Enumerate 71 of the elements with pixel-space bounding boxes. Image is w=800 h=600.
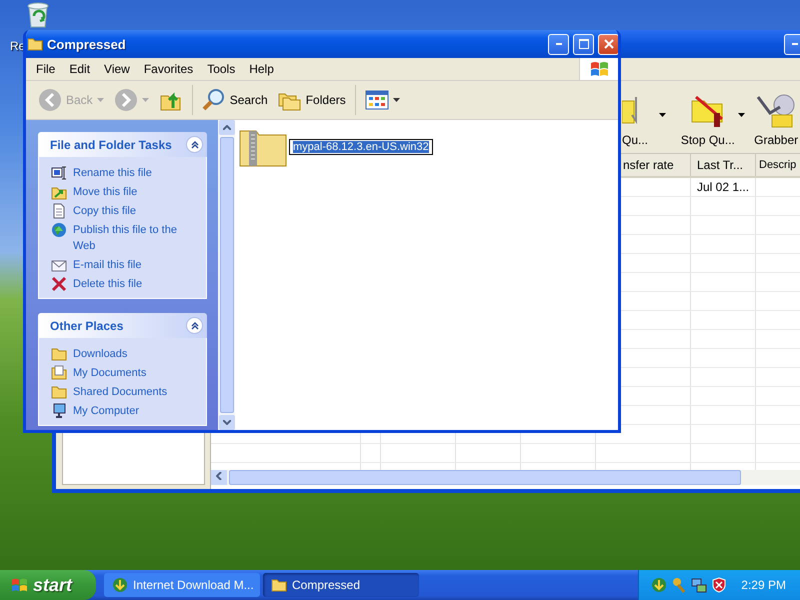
close-button[interactable] [598,34,618,54]
task-link[interactable]: Publish this file to the Web [73,222,198,254]
table-cell: Jul 02 1... [691,178,756,196]
menu-item[interactable]: Edit [63,62,98,76]
minimize-icon [556,43,562,45]
toolbar-button[interactable]: Qu... [622,83,668,153]
maximize-icon [578,39,588,49]
task-link[interactable]: Downloads [73,346,128,362]
delete-icon [51,276,67,292]
task-link[interactable]: Shared Documents [73,384,168,400]
collapse-button[interactable] [186,317,203,334]
horizontal-scrollbar[interactable] [211,470,800,485]
minimize-icon [792,43,798,45]
folders-button[interactable]: Folders [274,86,350,114]
menu-item[interactable]: Favorites [138,62,202,76]
chevron-icon [190,140,200,150]
task-link[interactable]: Move this file [73,184,138,200]
windows-logo-icon [10,577,28,593]
chevron-icon [190,320,200,330]
caret-icon [392,98,400,102]
folder-icon [622,95,638,125]
search-icon [202,88,226,112]
menu-item[interactable]: Help [243,62,282,76]
globe-icon [51,222,67,238]
taskbar-button[interactable]: Internet Download M... [104,573,260,597]
panel-title[interactable]: Other Places [50,318,124,332]
download-globe-icon [112,577,128,593]
folder-icon [51,346,67,362]
folder-icon [27,37,43,51]
rename-icon [51,165,67,181]
column-header[interactable]: Last Tr... [691,154,756,176]
copy-icon [51,203,67,219]
caret-icon [142,98,149,102]
start-button[interactable]: start [0,570,96,600]
network-icon[interactable] [691,577,708,593]
menu-item[interactable]: Tools [201,62,244,76]
close-icon [604,39,614,49]
window-title: Compressed [47,36,127,52]
task-link[interactable]: Rename this file [73,165,152,181]
shield-icon[interactable] [711,577,728,593]
caret-icon [96,98,104,102]
toolbar-button[interactable]: Stop Qu... [668,83,748,153]
menu-item[interactable]: View [98,62,138,76]
folder-icon [271,578,287,592]
views-icon [364,88,389,112]
vertical-scrollbar[interactable] [218,120,235,430]
documents-folder-icon [51,365,67,381]
rename-field[interactable]: mypal-68.12.3.en-US.win32 [289,139,433,155]
collapse-button[interactable] [186,136,203,153]
caret-icon[interactable] [738,113,746,117]
column-header[interactable]: Descrip [756,154,800,176]
menu-item[interactable]: File [30,62,64,76]
task-link[interactable]: Copy this file [73,203,136,219]
maximize-button[interactable] [573,34,594,54]
minimize-button[interactable] [784,34,800,54]
minimize-button[interactable] [548,34,569,54]
toolbar-button[interactable]: Grabber [747,83,800,153]
task-link[interactable]: Delete this file [73,276,142,292]
task-link[interactable]: My Documents [73,365,146,381]
panel-title[interactable]: File and Folder Tasks [50,138,172,152]
recycle-bin-icon[interactable] [25,0,51,28]
task-link[interactable]: My Computer [73,403,140,419]
computer-icon [51,403,67,419]
column-header[interactable]: nsfer rate [622,154,691,176]
download-globe-icon[interactable] [651,577,668,593]
clock: 2:29 PM [741,578,786,592]
folder-icon [51,384,67,400]
taskbar-button[interactable]: Compressed [263,573,419,597]
search-button[interactable]: Search [198,86,272,114]
task-link[interactable]: E-mail this file [73,257,142,273]
caret-icon[interactable] [659,113,666,117]
